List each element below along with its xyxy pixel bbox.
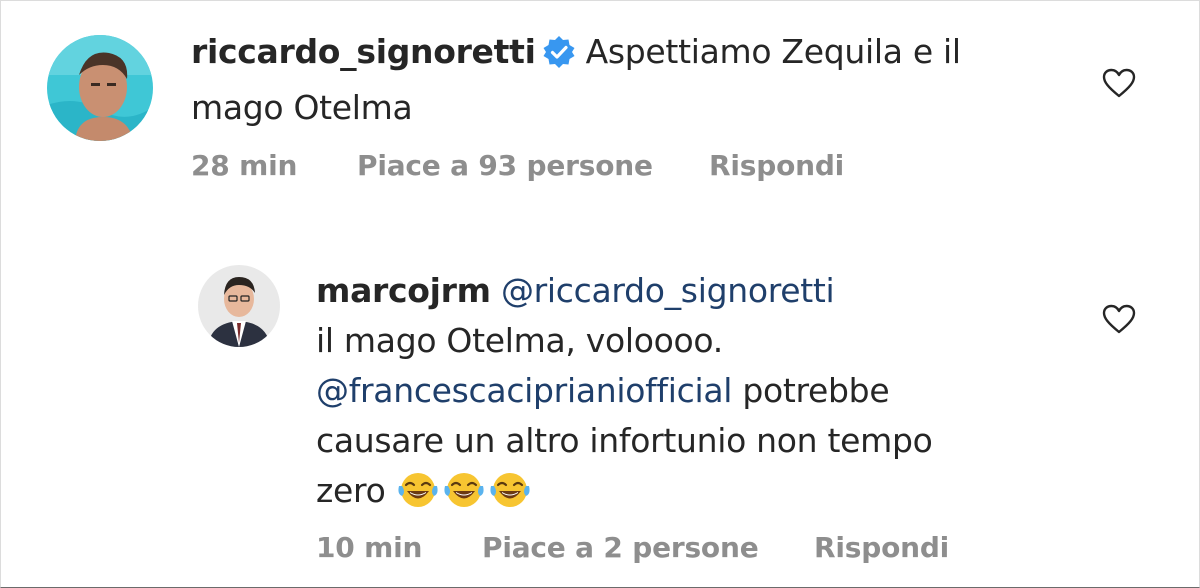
- avatar[interactable]: [198, 265, 280, 347]
- heart-icon[interactable]: [1102, 68, 1136, 98]
- comment-line: causare un altro infortunio non tempo: [316, 416, 1076, 466]
- verified-badge-icon: [542, 33, 576, 83]
- comment-line: riccardo_signoretti Aspettiamo Zequila e …: [191, 27, 1071, 83]
- reply-button[interactable]: Rispondi: [814, 531, 949, 564]
- timestamp: 10 min: [316, 531, 423, 564]
- comment-line: @francescaciprianiofficial potrebbe: [316, 366, 1076, 416]
- comment-meta: 10 min Piace a 2 persone Rispondi: [316, 531, 1076, 567]
- laughing-crying-emoji-icon: [396, 470, 440, 524]
- likes-count-link[interactable]: Piace a 2 persone: [482, 531, 759, 564]
- avatar[interactable]: [47, 35, 153, 141]
- username-link[interactable]: marcojrm: [316, 271, 491, 310]
- likes-count-link[interactable]: Piace a 93 persone: [357, 149, 653, 182]
- comment-line: mago Otelma: [191, 83, 1071, 133]
- comment-meta: 28 min Piace a 93 persone Rispondi: [191, 149, 991, 185]
- comment-text: causare un altro infortunio non tempo: [316, 421, 933, 460]
- laughing-crying-emoji-icon: [488, 470, 532, 524]
- comment-text: zero: [316, 471, 386, 510]
- comment-text: mago Otelma: [191, 88, 413, 127]
- mention-link[interactable]: @riccardo_signoretti: [501, 271, 835, 310]
- username-link[interactable]: riccardo_signoretti: [191, 32, 536, 71]
- comment-line: il mago Otelma, voloooo.: [316, 316, 1076, 366]
- comment-text: il mago Otelma, voloooo.: [316, 321, 723, 360]
- comments-panel: riccardo_signoretti Aspettiamo Zequila e …: [0, 0, 1200, 588]
- reply-button[interactable]: Rispondi: [709, 149, 844, 182]
- heart-icon[interactable]: [1102, 304, 1136, 334]
- comment-body: riccardo_signoretti Aspettiamo Zequila e …: [191, 27, 1071, 133]
- comment-riccardo: riccardo_signoretti Aspettiamo Zequila e …: [1, 1, 1199, 201]
- comment-marcojrm: marcojrm @riccardo_signoretti il mago Ot…: [1, 241, 1199, 587]
- comment-line: zero: [316, 466, 1076, 524]
- laughing-crying-emoji-icon: [442, 470, 486, 524]
- comment-body: marcojrm @riccardo_signoretti il mago Ot…: [316, 266, 1076, 524]
- comment-line: marcojrm @riccardo_signoretti: [316, 266, 1076, 316]
- comment-text: potrebbe: [732, 371, 890, 410]
- timestamp: 28 min: [191, 149, 298, 182]
- comment-text: Aspettiamo Zequila e il: [585, 32, 961, 71]
- mention-link[interactable]: @francescaciprianiofficial: [316, 371, 732, 410]
